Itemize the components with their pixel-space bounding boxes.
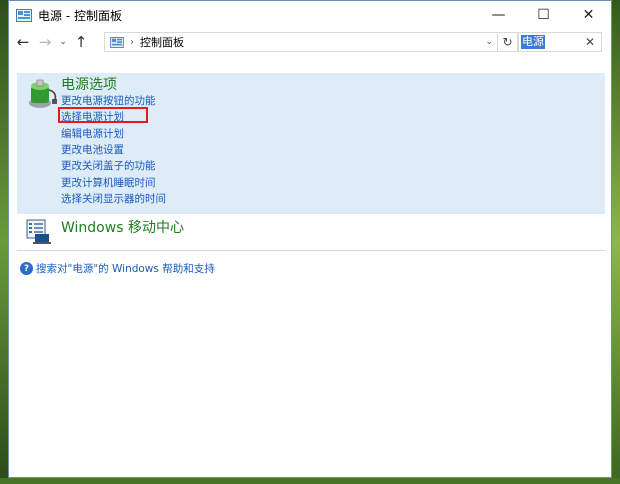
maximize-button[interactable]: ☐ xyxy=(521,1,566,29)
help-search-row[interactable]: ? 搜索对"电源"的 Windows 帮助和支持 xyxy=(20,261,215,276)
divider xyxy=(17,250,605,251)
control-panel-icon xyxy=(110,36,124,48)
control-panel-icon xyxy=(16,8,32,22)
power-options-icon xyxy=(29,79,57,108)
up-icon[interactable]: ↑ xyxy=(70,33,92,51)
address-dropdown-icon[interactable]: ⌄ xyxy=(485,37,493,47)
window-title: 电源 - 控制面板 xyxy=(38,8,122,23)
help-search-link[interactable]: 搜索对"电源"的 Windows 帮助和支持 xyxy=(36,261,215,276)
choose-display-off-time-link[interactable]: 选择关闭显示器的时间 xyxy=(61,191,166,206)
breadcrumb-separator-icon[interactable]: › xyxy=(130,37,134,48)
navigation-bar: ← → ⌄ ↑ › 控制面板 ⌄ ↻ 电源 ✕ xyxy=(9,29,611,55)
back-icon[interactable]: ← xyxy=(12,33,34,51)
address-bar[interactable]: › 控制面板 ⌄ xyxy=(104,32,498,52)
results-area: 电源选项 更改电源按钮的功能 选择电源计划 编辑电源计划 更改电池设置 更改关闭… xyxy=(9,73,611,477)
edit-power-plan-link[interactable]: 编辑电源计划 xyxy=(61,126,124,141)
forward-icon[interactable]: → xyxy=(34,33,56,51)
power-options-title[interactable]: 电源选项 xyxy=(61,74,117,94)
minimize-button[interactable]: — xyxy=(476,1,521,29)
windows-mobility-center-title[interactable]: Windows 移动中心 xyxy=(61,217,184,237)
recent-locations-icon[interactable]: ⌄ xyxy=(56,37,70,47)
search-value[interactable]: 电源 xyxy=(521,35,545,49)
change-lid-close-link[interactable]: 更改关闭盖子的功能 xyxy=(61,158,156,173)
refresh-icon[interactable]: ↻ xyxy=(498,32,518,52)
control-panel-window: 电源 - 控制面板 — ☐ ✕ ← → ⌄ ↑ › 控制面板 ⌄ ↻ 电源 ✕ xyxy=(8,0,612,478)
change-power-button-link[interactable]: 更改电源按钮的功能 xyxy=(61,93,156,108)
breadcrumb-control-panel[interactable]: 控制面板 xyxy=(140,34,184,50)
mobility-center-icon xyxy=(26,219,51,244)
desktop-background-bottom xyxy=(0,478,620,484)
clear-search-icon[interactable]: ✕ xyxy=(585,35,595,49)
close-button[interactable]: ✕ xyxy=(566,1,611,29)
search-input[interactable]: 电源 ✕ xyxy=(518,32,602,52)
help-icon: ? xyxy=(20,262,33,275)
change-sleep-time-link[interactable]: 更改计算机睡眠时间 xyxy=(61,175,156,190)
power-options-section: 电源选项 更改电源按钮的功能 选择电源计划 编辑电源计划 更改电池设置 更改关闭… xyxy=(17,73,605,214)
desktop-background-left xyxy=(0,0,8,484)
change-battery-settings-link[interactable]: 更改电池设置 xyxy=(61,142,124,157)
highlight-box xyxy=(58,107,148,123)
title-bar[interactable]: 电源 - 控制面板 — ☐ ✕ xyxy=(9,1,611,29)
desktop-background-right xyxy=(612,0,620,484)
